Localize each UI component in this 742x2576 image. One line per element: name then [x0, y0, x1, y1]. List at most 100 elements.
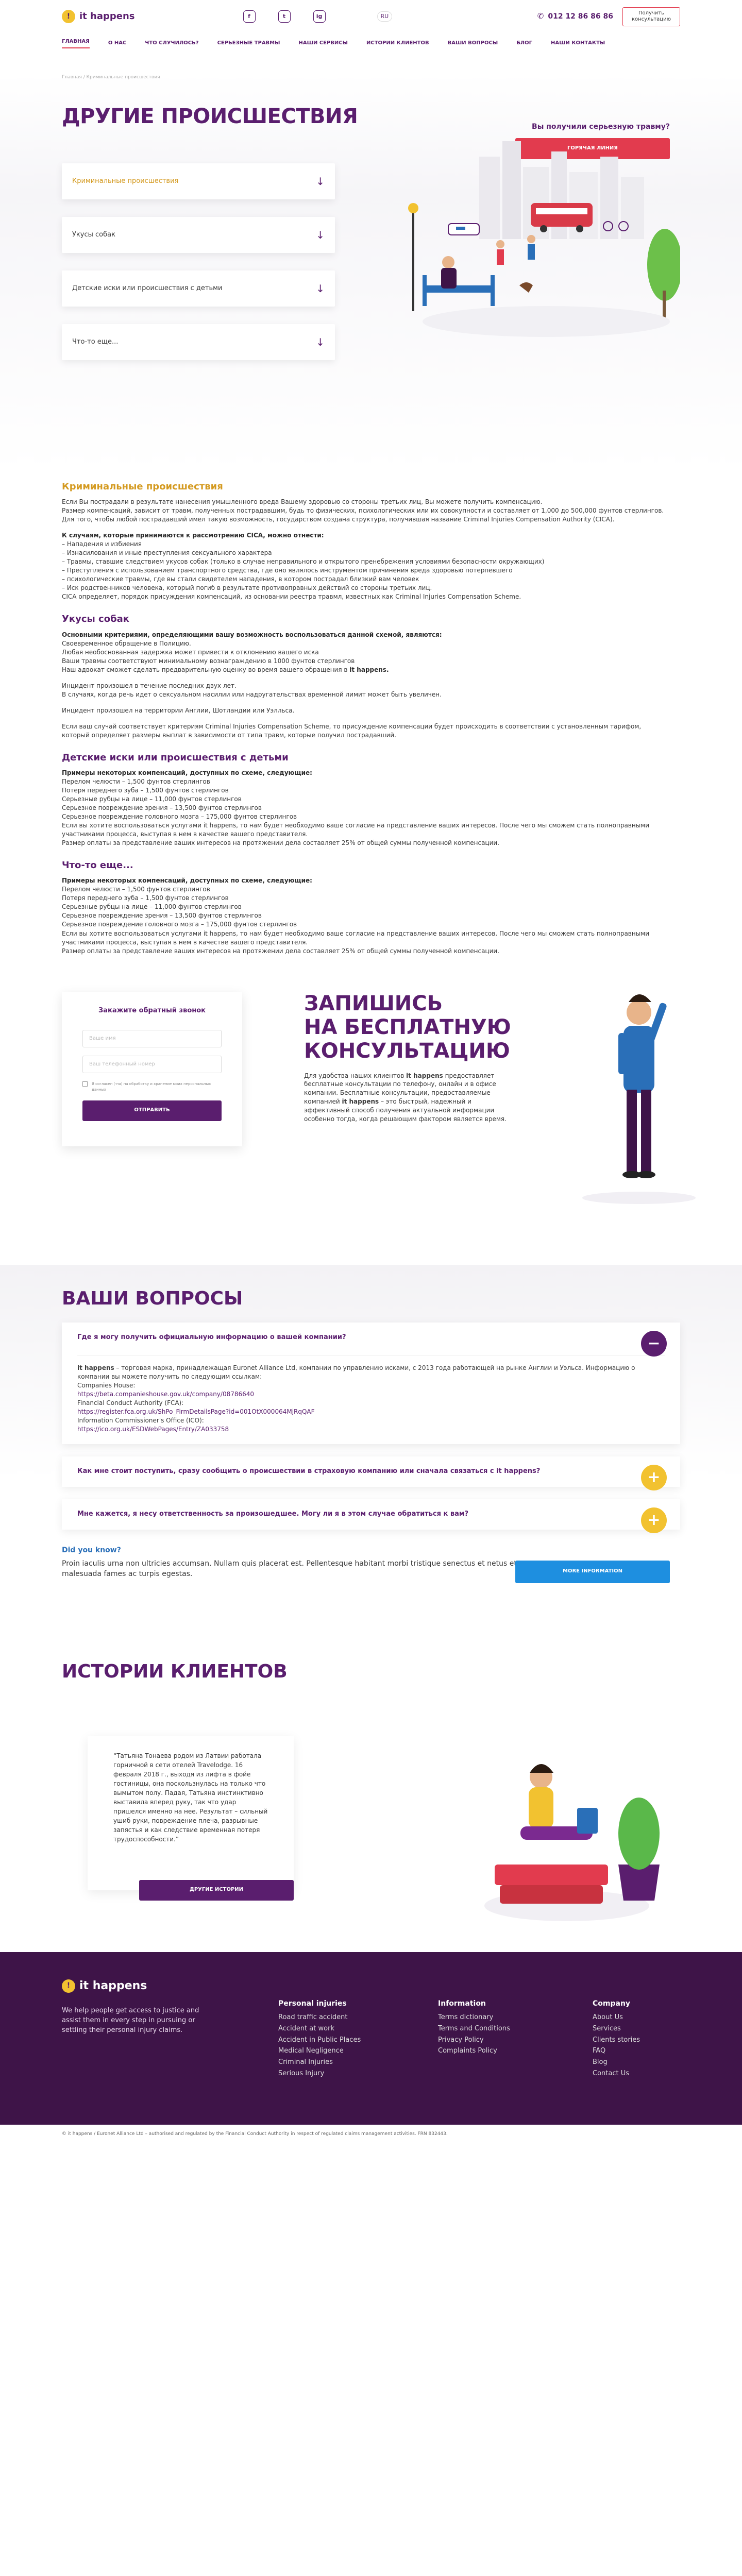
footer-link[interactable]: Terms dictionary [438, 2012, 510, 2023]
instagram-icon[interactable]: ig [313, 10, 326, 23]
social-links: f t ig [243, 10, 326, 23]
nav-stories[interactable]: ИСТОРИИ КЛИЕНТОВ [366, 40, 429, 47]
phone[interactable]: ✆ 012 12 86 86 86 [537, 11, 613, 22]
footer-link[interactable]: Complaints Policy [438, 2045, 510, 2057]
other-stories-button[interactable]: ДРУГИЕ ИСТОРИИ [139, 1879, 294, 1901]
submit-button[interactable]: ОТПРАВИТЬ [82, 1100, 222, 1121]
footer-col-injuries: Personal injuries Road traffic accident … [278, 1998, 361, 2079]
companies-house-link[interactable]: https://beta.companieshouse.gov.uk/compa… [77, 1391, 254, 1398]
man-illustration [582, 994, 696, 1204]
footer-link[interactable]: Accident in Public Places [278, 2035, 361, 2046]
arrow-down-icon: ↓ [316, 175, 325, 188]
fca-link[interactable]: https://register.fca.org.uk/ShPo_FirmDet… [77, 1408, 315, 1415]
nav-services[interactable]: НАШИ СЕРВИСЫ [299, 40, 348, 47]
hero: Главная / Криминальные происшествия ДРУГ… [0, 74, 742, 471]
children-line: Серьезное повреждение головного мозга – … [62, 813, 297, 821]
footer-link[interactable]: Accident at work [278, 2023, 361, 2035]
other-line: Размер оплаты за представление ваших инт… [62, 947, 500, 955]
criminal-list-item: – психологические травмы, где вы стали с… [62, 575, 419, 583]
copyright: © it happens / Euronet Alliance Ltd – au… [0, 2124, 742, 2144]
did-you-know-text: Proin iaculis urna non ultricies accumsa… [62, 1559, 517, 1579]
dogs-line: Ваши травмы соответствуют минимальному в… [62, 657, 355, 665]
dogs-p3: В случаях, когда речь идет о сексуальном… [62, 690, 442, 698]
did-you-know: Did you know? Proin iaculis urna non ult… [62, 1545, 680, 1602]
footer: ! it happens We help people get access to… [0, 1952, 742, 2144]
criminal-list-item: – Изнасилования и иные преступления секс… [62, 549, 272, 557]
footer-link[interactable]: Medical Negligence [278, 2045, 361, 2057]
callback-title: Закажите обратный звонок [98, 1006, 206, 1014]
ico-link[interactable]: https://ico.org.uk/ESDWebPages/Entry/ZA0… [77, 1426, 229, 1433]
children-line: Серьезные рубцы на лице – 11,000 фунтов … [62, 795, 242, 803]
facebook-icon[interactable]: f [243, 10, 256, 23]
dogs-p2: Инцидент произошел в течение последних д… [62, 682, 237, 689]
topic-other[interactable]: Что-то еще... ↓ [62, 324, 335, 361]
other-line: Потеря переднего зуба – 1,500 фунтов сте… [62, 894, 229, 902]
faq-question[interactable]: Мне кажется, я несу ответственность за п… [77, 1510, 593, 1519]
footer-about: We help people get access to justice and… [62, 2007, 199, 2035]
name-input[interactable]: Ваше имя [82, 1030, 222, 1048]
footer-link[interactable]: FAQ [593, 2045, 640, 2057]
criminal-list-item: – Нападения и избиения [62, 540, 142, 548]
phone-icon: ✆ [537, 11, 544, 21]
footer-link[interactable]: Road traffic accident [278, 2012, 361, 2023]
footer-link[interactable]: Clients stories [593, 2035, 640, 2046]
logo[interactable]: ! it happens [62, 10, 135, 23]
nav-home[interactable]: ГЛАВНАЯ [62, 38, 90, 48]
faq-question[interactable]: Где я могу получить официальную информац… [77, 1333, 593, 1343]
children-line: Размер оплаты за представление ваших инт… [62, 839, 500, 847]
topic-criminal[interactable]: Криминальные происшествия ↓ [62, 163, 335, 200]
nav-serious-injuries[interactable]: СЕРЬЕЗНЫЕ ТРАВМЫ [217, 40, 280, 47]
consent-checkbox[interactable]: Я согласен (-на) на обработку и хранение… [82, 1081, 222, 1092]
language-select[interactable]: RU [377, 11, 393, 22]
children-line: Если вы хотите воспользоваться услугами … [62, 822, 650, 838]
footer-link[interactable]: Blog [593, 2057, 640, 2068]
stories-title: ИСТОРИИ КЛИЕНТОВ [62, 1660, 288, 1682]
more-information-button[interactable]: MORE INFORMATION [515, 1560, 670, 1583]
story-card: “Татьяна Тонаева родом из Латвии работал… [88, 1735, 294, 1901]
nav-contacts[interactable]: НАШИ КОНТАКТЫ [551, 40, 605, 47]
criminal-p2: Размер компенсаций, зависит от травм, по… [62, 507, 664, 515]
footer-col-information: Information Terms dictionary Terms and C… [438, 1998, 510, 2057]
other-title: Что-то еще... [62, 860, 133, 871]
nav-what-happened[interactable]: ЧТО СЛУЧИЛОСЬ? [145, 40, 198, 47]
footer-link[interactable]: Terms and Conditions [438, 2023, 510, 2035]
footer-link[interactable]: Criminal Injuries [278, 2057, 361, 2068]
expand-icon[interactable]: + [641, 1507, 667, 1533]
other-line: Серьезное повреждение зрения – 13,500 фу… [62, 912, 262, 920]
children-line: Перелом челюсти – 1,500 фунтов стерлинго… [62, 777, 210, 785]
footer-link[interactable]: Services [593, 2023, 640, 2035]
criminal-p3: Для того, чтобы любой пострадавший имел … [62, 516, 615, 523]
faq-question[interactable]: Как мне стоит поступить, сразу сообщить … [77, 1467, 593, 1477]
footer-logo[interactable]: ! it happens [62, 1978, 216, 1994]
topic-children[interactable]: Детские иски или происшествия с детьми ↓ [62, 270, 335, 307]
footer-link[interactable]: Contact Us [593, 2068, 640, 2079]
criminal-list-item: – Иск родственников человека, который по… [62, 584, 432, 592]
criminal-list-item: – Преступления с использованием транспор… [62, 567, 513, 574]
other-line: Перелом челюсти – 1,500 фунтов стерлинго… [62, 886, 210, 893]
arrow-down-icon: ↓ [316, 282, 325, 295]
footer-link[interactable]: Privacy Policy [438, 2035, 510, 2046]
consultation-button[interactable]: Получить консультацию [622, 7, 680, 26]
footer-col-company: Company About Us Services Clients storie… [593, 1998, 640, 2079]
expand-icon[interactable]: + [641, 1464, 667, 1490]
footer-link[interactable]: About Us [593, 2012, 640, 2023]
criminal-list-item: – Травмы, ставшие следствием укусов соба… [62, 558, 545, 566]
twitter-icon[interactable]: t [278, 10, 291, 23]
phone-input[interactable]: Ваш телефонный номер [82, 1056, 222, 1074]
children-title: Детские иски или происшествия с детьми [62, 752, 289, 763]
breadcrumb[interactable]: Главная / Криминальные происшествия [62, 74, 680, 81]
dogs-section: Укусы собак Основными критериями, опреде… [62, 613, 670, 739]
free-consultation-heading: ЗАПИШИСЬ НА БЕСПЛАТНУЮ КОНСУЛЬТАЦИЮ [304, 991, 511, 1063]
content: Криминальные происшествия Если Вы постра… [62, 480, 696, 1265]
footer-link[interactable]: Serious Injury [278, 2068, 361, 2079]
nav-questions[interactable]: ВАШИ ВОПРОСЫ [448, 40, 498, 47]
arrow-down-icon: ↓ [316, 228, 325, 241]
city-park-illustration [408, 141, 680, 337]
nav-blog[interactable]: БЛОГ [516, 40, 532, 47]
collapse-icon[interactable]: − [641, 1330, 667, 1357]
faq-item: Где я могу получить официальную информац… [62, 1322, 680, 1444]
nav-about[interactable]: О НАС [108, 40, 126, 47]
callback-section: Закажите обратный звонок Ваше имя Ваш те… [62, 976, 696, 1265]
topic-dogs[interactable]: Укусы собак ↓ [62, 217, 335, 253]
criminal-p1: Если Вы пострадали в результате нанесени… [62, 498, 543, 506]
